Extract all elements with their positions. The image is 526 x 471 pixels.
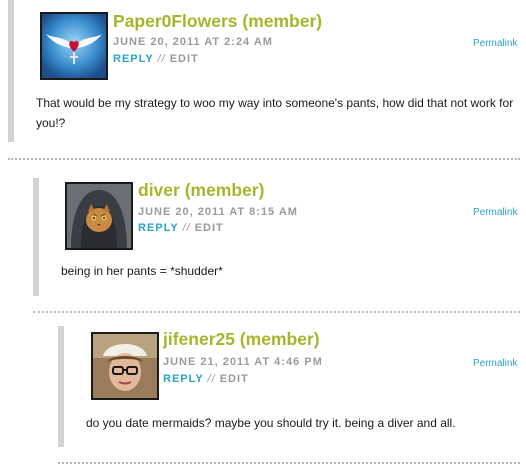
comment-body: being in her pants = *shudder* xyxy=(61,264,223,278)
edit-link[interactable]: EDIT xyxy=(170,53,199,65)
reply-link[interactable]: REPLY xyxy=(113,53,153,65)
comment-date: JUNE 21, 2011 AT 4:46 PM xyxy=(163,356,323,368)
comment-divider xyxy=(33,311,520,313)
comment-actions: REPLY // EDIT xyxy=(163,373,249,385)
comment-actions: REPLY // EDIT xyxy=(113,53,199,65)
comment-divider xyxy=(8,158,520,160)
comment-1: Paper0Flowers (member) JUNE 20, 2011 AT … xyxy=(8,0,526,150)
comment-2: diver (member) JUNE 20, 2011 AT 8:15 AM … xyxy=(33,178,526,300)
edit-link[interactable]: EDIT xyxy=(195,222,224,234)
comment-actions: REPLY // EDIT xyxy=(138,222,224,234)
reply-link[interactable]: REPLY xyxy=(138,222,178,234)
reply-link[interactable]: REPLY xyxy=(163,373,203,385)
comment-author[interactable]: Paper0Flowers (member) xyxy=(113,11,322,32)
comment-3: jifener25 (member) JUNE 21, 2011 AT 4:46… xyxy=(58,326,526,451)
user-photo-icon xyxy=(93,334,157,398)
avatar[interactable] xyxy=(65,182,133,250)
thread-indent-bar xyxy=(8,0,14,142)
comment-divider xyxy=(58,462,520,464)
permalink[interactable]: Permalink xyxy=(473,207,517,218)
comment-author[interactable]: jifener25 (member) xyxy=(163,329,320,350)
comment-date: JUNE 20, 2011 AT 8:15 AM xyxy=(138,206,298,218)
edit-link[interactable]: EDIT xyxy=(220,373,249,385)
winged-heart-icon xyxy=(42,14,106,78)
action-separator: // xyxy=(207,373,220,385)
avatar[interactable] xyxy=(40,12,108,80)
permalink[interactable]: Permalink xyxy=(473,358,517,369)
avatar[interactable] xyxy=(91,332,159,400)
action-separator: // xyxy=(182,222,195,234)
comment-body: do you date mermaids? maybe you should t… xyxy=(86,416,456,430)
thread-indent-bar xyxy=(33,178,39,296)
action-separator: // xyxy=(157,53,170,65)
thread-indent-bar xyxy=(58,326,64,447)
hooded-cat-icon xyxy=(67,184,131,248)
comment-body: That would be my strategy to woo my way … xyxy=(36,96,514,130)
comment-author[interactable]: diver (member) xyxy=(138,180,264,201)
permalink[interactable]: Permalink xyxy=(473,38,517,49)
comment-date: JUNE 20, 2011 AT 2:24 AM xyxy=(113,36,273,48)
